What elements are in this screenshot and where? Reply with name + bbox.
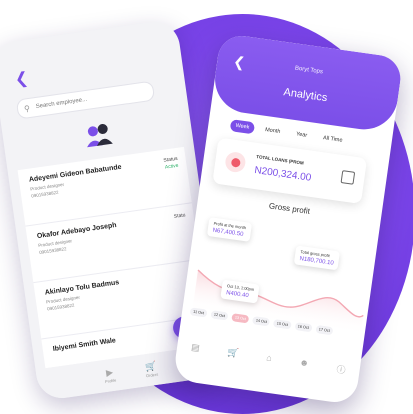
tab-all-time[interactable]: All Time: [317, 131, 348, 147]
tab-month[interactable]: Month: [259, 123, 286, 138]
nav-item-orders[interactable]: 🛒 Orders: [144, 361, 159, 379]
date-chip[interactable]: 11 Oct: [189, 307, 208, 318]
date-chip[interactable]: 16 Oct: [294, 322, 313, 333]
search-icon: ⚲: [23, 103, 31, 114]
tab-year[interactable]: Year: [290, 128, 313, 143]
search-bar[interactable]: ⚲: [15, 80, 156, 120]
bottom-nav: ▤ 🛒 ⌂ ☻ ⓘ: [176, 340, 360, 378]
users-icon: [87, 123, 113, 148]
back-chevron-icon[interactable]: ❮: [14, 68, 30, 90]
date-chip[interactable]: 12 Oct: [210, 310, 229, 321]
date-chip[interactable]: 17 Oct: [315, 324, 334, 336]
expand-icon[interactable]: [340, 170, 356, 185]
loan-label: TOTAL LOANS (PROM: [256, 154, 305, 166]
tooltip-value: N400.40: [225, 290, 249, 300]
date-chip[interactable]: 15 Oct: [273, 319, 292, 330]
nav-label: Profile: [104, 377, 117, 385]
loan-icon: [224, 150, 247, 174]
date-chip[interactable]: 14 Oct: [252, 316, 271, 327]
date-chip-active[interactable]: 13 Oct: [231, 313, 250, 324]
nav-label: Orders: [145, 371, 159, 379]
loan-value: N200,324.00: [253, 164, 312, 184]
tab-week[interactable]: Week: [229, 119, 256, 135]
help-icon[interactable]: ⓘ: [336, 362, 347, 376]
home-icon[interactable]: ⌂: [265, 352, 273, 366]
total-loans-card[interactable]: TOTAL LOANS (PROM N200,324.00: [212, 137, 368, 204]
document-icon[interactable]: ▤: [190, 342, 201, 356]
search-input[interactable]: [33, 88, 138, 112]
nav-item-profile[interactable]: ▶ Profile: [103, 367, 117, 385]
users-icon[interactable]: ☻: [298, 357, 310, 371]
cart-icon[interactable]: 🛒: [226, 347, 240, 361]
